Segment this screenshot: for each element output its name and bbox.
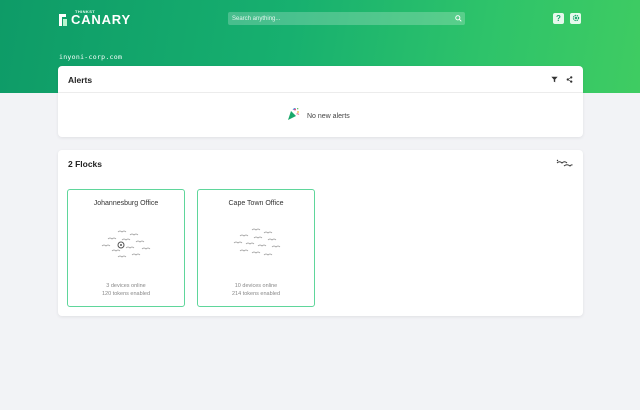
flock-birds-icon [98,226,154,262]
search-bar[interactable]: Search anything... [228,12,465,25]
alerts-title: Alerts [68,75,93,85]
alerts-divider [58,92,583,93]
flock-devices-online: 10 devices online [234,283,278,289]
flock-tokens-enabled: 214 tokens enabled [231,291,280,297]
flock-name: Johannesburg Office [93,200,159,207]
share-icon[interactable] [564,74,574,84]
search-input[interactable]: Search anything... [232,16,452,22]
party-popper-icon [286,107,300,126]
flock-card-cape-town[interactable]: Cape Town Office 10 devices online 214 t… [197,189,315,307]
canary-logo-icon [58,13,68,27]
search-icon[interactable] [452,12,465,25]
logo-name: CANARY [71,12,131,27]
flock-tokens-enabled: 120 tokens enabled [101,291,150,297]
top-bar: THINKST CANARY Search anything... ? [0,0,640,38]
flock-name: Cape Town Office [228,200,284,207]
domain-label: inyoni-corp.com [59,53,123,61]
flocks-card: 2 Flocks Johannesburg Office 3 devices o… [58,150,583,316]
gear-icon [572,14,580,24]
flock-card-johannesburg[interactable]: Johannesburg Office 3 devices online 120… [67,189,185,307]
no-alerts-message: No new alerts [286,107,350,126]
filter-icon[interactable] [549,74,559,84]
help-icon: ? [556,14,561,23]
flocks-title: 2 Flocks [68,159,103,169]
birds-icon[interactable] [555,158,573,168]
no-alerts-text: No new alerts [307,113,350,120]
flock-birds-icon [228,226,284,262]
settings-button[interactable] [570,13,581,24]
logo-wordmark: THINKST CANARY [71,9,153,27]
help-button[interactable]: ? [553,13,564,24]
alerts-card: Alerts No new alerts [58,66,583,137]
flock-devices-online: 3 devices online [106,283,146,289]
canary-logo[interactable]: THINKST CANARY [58,9,153,27]
